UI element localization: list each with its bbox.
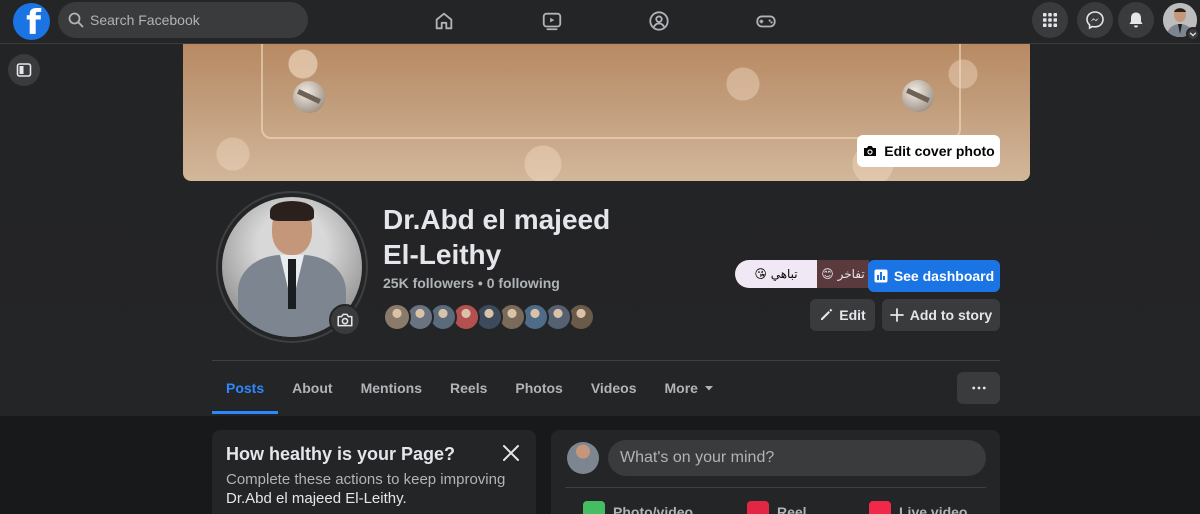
- groups-icon: [649, 11, 669, 31]
- nav-gaming[interactable]: [711, 0, 821, 42]
- tab-photos[interactable]: Photos: [501, 362, 576, 414]
- messenger-icon: [1086, 11, 1104, 30]
- live-video-button[interactable]: Live video: [869, 500, 967, 514]
- home-icon: [435, 12, 453, 30]
- notifications-icon: [1129, 12, 1143, 28]
- nav-home[interactable]: [389, 0, 499, 42]
- more-options-button[interactable]: [957, 372, 1000, 404]
- chart-icon: [874, 269, 888, 283]
- composer-placeholder: What's on your mind?: [620, 449, 775, 466]
- edit-profile-button[interactable]: Edit: [810, 299, 875, 331]
- cover-photo-screw: [293, 81, 325, 113]
- add-to-story-label: Add to story: [909, 307, 993, 323]
- composer-input[interactable]: What's on your mind?: [608, 440, 986, 476]
- account-caret[interactable]: [1186, 27, 1200, 41]
- see-dashboard-label: See dashboard: [893, 268, 995, 284]
- search-input[interactable]: [90, 12, 290, 28]
- composer-divider: [565, 487, 986, 488]
- photo-icon: [583, 501, 605, 514]
- pencil-icon: [821, 308, 833, 320]
- cover-photo-screw: [902, 80, 934, 112]
- page-health-title: How healthy is your Page?: [226, 444, 456, 464]
- mood-button-1[interactable]: 😘 تباهي: [735, 260, 817, 288]
- top-navigation-bar: f: [0, 0, 1200, 44]
- page-title-line-2: El-Leithy: [383, 239, 502, 270]
- page-title: Dr.Abd el majeed El-Leithy: [383, 202, 683, 272]
- sidebar-panel-icon: [16, 63, 32, 77]
- close-icon: [503, 445, 519, 461]
- page-title-line-1: Dr.Abd el majeed: [383, 204, 611, 235]
- caret-down-icon: [704, 386, 713, 391]
- composer-avatar[interactable]: [567, 442, 599, 474]
- tab-label: Videos: [590, 380, 637, 396]
- search-bar[interactable]: [58, 2, 308, 38]
- sidebar-toggle-button[interactable]: [8, 54, 40, 86]
- tab-mentions[interactable]: Mentions: [347, 362, 436, 414]
- tab-posts[interactable]: Posts: [212, 362, 279, 414]
- reel-label: Reel: [777, 504, 807, 514]
- camera-icon: [337, 313, 353, 327]
- header-divider: [212, 360, 1000, 361]
- post-composer: What's on your mind? Photo/video Reel Li…: [551, 430, 1000, 514]
- profile-picture-tie: [288, 259, 296, 309]
- page-health-description: Complete these actions to keep improving…: [226, 470, 526, 508]
- tab-about[interactable]: About: [278, 362, 346, 414]
- menu-button[interactable]: [1032, 2, 1068, 38]
- photo-video-label: Photo/video: [613, 504, 694, 514]
- update-profile-picture-button[interactable]: [329, 304, 361, 336]
- edit-profile-label: Edit: [839, 307, 866, 323]
- plus-icon: [889, 308, 904, 322]
- edit-cover-photo-label: Edit cover photo: [884, 143, 995, 159]
- facebook-logo-letter: f: [26, 3, 41, 40]
- facebook-logo[interactable]: f: [13, 3, 50, 40]
- edit-cover-photo-button[interactable]: Edit cover photo: [857, 135, 1000, 167]
- tab-label: About: [292, 380, 333, 396]
- page-health-text: Complete these actions to keep improving: [226, 471, 506, 488]
- profile-picture-hair: [270, 201, 314, 221]
- camera-icon: [864, 146, 877, 156]
- see-dashboard-button[interactable]: See dashboard: [868, 260, 1000, 292]
- tab-label: Photos: [515, 380, 563, 396]
- nav-groups[interactable]: [604, 0, 714, 42]
- messenger-button[interactable]: [1077, 2, 1113, 38]
- mood-label-2: 😊 تفاخر: [821, 267, 865, 281]
- search-icon: [68, 12, 84, 28]
- menu-grid-icon: [1043, 13, 1057, 27]
- close-button[interactable]: [500, 442, 522, 464]
- tab-label: Mentions: [360, 380, 423, 396]
- gaming-icon: [756, 15, 776, 28]
- photo-video-button[interactable]: Photo/video: [583, 500, 693, 514]
- cover-photo-plate: [261, 44, 961, 139]
- tab-label: Posts: [226, 380, 265, 396]
- ellipsis-icon: [971, 386, 986, 390]
- reel-icon: [747, 501, 769, 514]
- profile-tabs: Posts About Mentions Reels Photos Videos…: [212, 362, 728, 414]
- followers-count[interactable]: 25K followers • 0 following: [383, 275, 560, 291]
- tab-videos[interactable]: Videos: [577, 362, 651, 414]
- chevron-down-icon: [1189, 32, 1197, 37]
- tab-label: More: [664, 380, 698, 396]
- live-video-icon: [869, 501, 891, 514]
- reel-button[interactable]: Reel: [747, 500, 807, 514]
- video-icon: [542, 12, 562, 31]
- tab-more[interactable]: More: [650, 362, 727, 414]
- tab-reels[interactable]: Reels: [436, 362, 501, 414]
- mood-button-2[interactable]: 😊 تفاخر: [817, 260, 869, 288]
- notifications-button[interactable]: [1118, 2, 1154, 38]
- live-video-label: Live video: [899, 504, 968, 514]
- nav-watch[interactable]: [497, 0, 607, 42]
- page-health-card: How healthy is your Page? Complete these…: [212, 430, 536, 514]
- follower-avatar[interactable]: [383, 303, 411, 331]
- add-to-story-button[interactable]: Add to story: [882, 299, 1000, 331]
- tab-label: Reels: [450, 380, 488, 396]
- page-health-page-name: Dr.Abd el majeed El-Leithy.: [226, 490, 407, 507]
- mood-label-1: 😘 تباهي: [754, 267, 798, 281]
